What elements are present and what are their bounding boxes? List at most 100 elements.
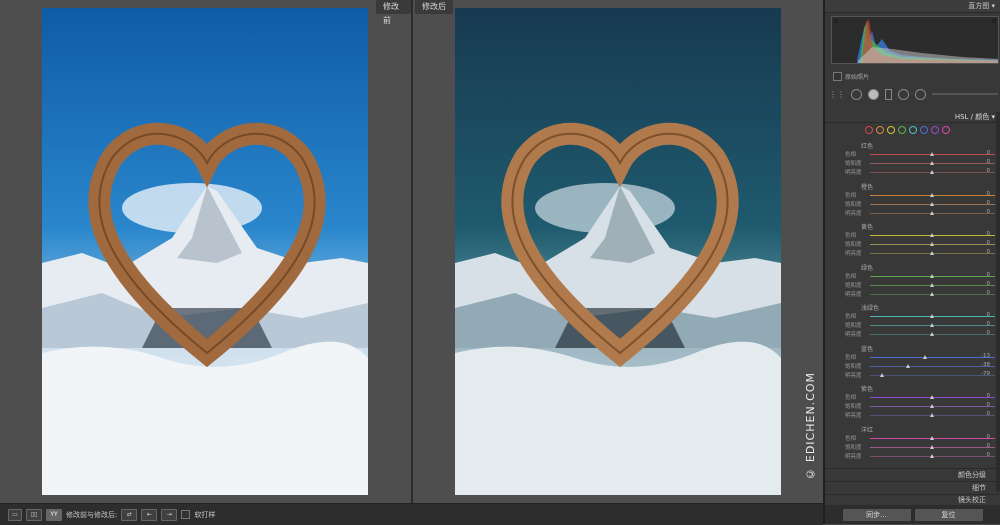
- hsl-slider-knob[interactable]: [930, 453, 934, 458]
- hsl-slider-value[interactable]: 0: [987, 312, 991, 318]
- hsl-slider-track[interactable]: [870, 233, 995, 237]
- hsl-slider-value[interactable]: -38: [981, 362, 990, 368]
- color-swatch-0[interactable]: [865, 126, 873, 134]
- color-swatch-3[interactable]: [898, 126, 906, 134]
- softproof-checkbox[interactable]: [181, 510, 191, 519]
- hsl-slider-value[interactable]: 0: [987, 200, 991, 206]
- histogram-header[interactable]: 直方图 ▾: [825, 0, 1000, 13]
- panel-scrollbar[interactable]: [996, 112, 1000, 492]
- hsl-slider-track[interactable]: [870, 170, 995, 174]
- hsl-slider-value[interactable]: 0: [987, 402, 991, 408]
- hsl-slider-track[interactable]: [870, 152, 995, 156]
- hsl-slider-track[interactable]: [870, 372, 995, 377]
- detail-header[interactable]: 细节: [825, 481, 1000, 493]
- hsl-slider-track[interactable]: [870, 251, 995, 255]
- hsl-slider-knob[interactable]: [930, 201, 934, 206]
- hsl-slider-track[interactable]: [870, 201, 995, 206]
- hsl-slider-value[interactable]: 0: [987, 411, 991, 417]
- hsl-slider-track[interactable]: [870, 444, 995, 449]
- color-swatch-7[interactable]: [942, 126, 950, 134]
- after-photo[interactable]: [455, 8, 781, 495]
- hsl-slider-track[interactable]: [870, 210, 995, 215]
- color-swatch-1[interactable]: [876, 126, 884, 134]
- swap-settings-button[interactable]: ⇄: [121, 508, 138, 521]
- hsl-slider-value[interactable]: 0: [987, 231, 991, 237]
- hsl-slider-value[interactable]: 0: [987, 443, 991, 449]
- after-pane[interactable]: 修改后: [413, 0, 823, 503]
- color-swatch-row[interactable]: [865, 126, 950, 134]
- hsl-slider-knob[interactable]: [930, 251, 934, 255]
- hsl-slider-knob[interactable]: [930, 152, 934, 156]
- hsl-slider-value[interactable]: 0: [987, 209, 991, 215]
- histogram[interactable]: [831, 16, 999, 64]
- crop-tool-icon[interactable]: [851, 88, 862, 100]
- hsl-slider-knob[interactable]: [930, 170, 934, 174]
- hsl-slider-knob[interactable]: [930, 192, 934, 197]
- hsl-slider-knob[interactable]: [930, 444, 934, 449]
- hsl-slider-value[interactable]: 0: [987, 240, 991, 246]
- reset-button[interactable]: 复位: [914, 508, 983, 521]
- hsl-slider-knob[interactable]: [930, 332, 934, 336]
- before-photo[interactable]: [42, 8, 368, 495]
- hsl-slider-value[interactable]: 0: [987, 272, 991, 278]
- color-swatch-4[interactable]: [909, 126, 917, 134]
- hsl-slider-track[interactable]: [870, 354, 995, 359]
- before-after-view-button[interactable]: YY: [46, 508, 62, 521]
- hsl-slider-value[interactable]: 0: [987, 290, 991, 296]
- hsl-slider-track[interactable]: [870, 314, 995, 318]
- hsl-slider-value[interactable]: -79: [981, 371, 990, 377]
- hsl-slider-value[interactable]: 0: [987, 321, 991, 327]
- spot-removal-icon[interactable]: [868, 88, 879, 100]
- hsl-slider-knob[interactable]: [930, 314, 934, 318]
- hsl-slider-knob[interactable]: [930, 404, 934, 408]
- copy-before-button[interactable]: ⇤: [141, 508, 158, 521]
- redeye-icon[interactable]: [885, 88, 892, 100]
- original-photo-row[interactable]: 原始照片: [833, 72, 869, 81]
- hsl-slider-value[interactable]: 0: [987, 150, 991, 156]
- hsl-slider-knob[interactable]: [906, 363, 911, 368]
- hsl-slider-value[interactable]: 0: [987, 281, 991, 287]
- hsl-slider-knob[interactable]: [930, 273, 934, 278]
- hsl-slider-track[interactable]: [870, 282, 995, 287]
- hsl-slider-track[interactable]: [870, 192, 995, 197]
- hsl-slider-knob[interactable]: [930, 435, 934, 440]
- hsl-slider-value[interactable]: 0: [987, 452, 991, 458]
- hsl-slider-value[interactable]: 0: [987, 168, 991, 174]
- hsl-slider-value[interactable]: 0: [987, 159, 991, 165]
- color-grading-header[interactable]: 颜色分级: [825, 468, 1000, 480]
- compare-view-button[interactable]: ▯▯: [26, 508, 42, 521]
- lens-header[interactable]: 镜头校正: [825, 494, 1000, 504]
- hsl-slider-value[interactable]: 0: [987, 434, 991, 440]
- hsl-slider-value[interactable]: 0: [987, 191, 991, 197]
- hsl-slider-track[interactable]: [870, 291, 995, 296]
- tool-slider[interactable]: [932, 93, 998, 95]
- hsl-slider-track[interactable]: [870, 453, 995, 458]
- hsl-slider-track[interactable]: [870, 395, 995, 399]
- hsl-slider-value[interactable]: 0: [987, 393, 991, 399]
- hsl-slider-track[interactable]: [870, 323, 995, 327]
- hsl-slider-knob[interactable]: [930, 413, 934, 417]
- hsl-slider-knob[interactable]: [880, 372, 884, 377]
- hsl-slider-track[interactable]: [870, 363, 995, 368]
- original-photo-checkbox[interactable]: [833, 72, 842, 81]
- hsl-slider-track[interactable]: [870, 413, 995, 417]
- before-pane[interactable]: 修改前: [0, 0, 411, 503]
- hsl-slider-knob[interactable]: [930, 282, 934, 287]
- hsl-slider-value[interactable]: 0: [987, 330, 991, 336]
- hsl-slider-track[interactable]: [870, 242, 995, 246]
- color-swatch-5[interactable]: [920, 126, 928, 134]
- hsl-slider-value[interactable]: 0: [987, 249, 991, 255]
- hsl-slider-track[interactable]: [870, 273, 995, 278]
- hsl-slider-knob[interactable]: [922, 354, 927, 359]
- hsl-slider-value[interactable]: -13: [981, 353, 990, 359]
- hsl-slider-knob[interactable]: [930, 323, 934, 327]
- hsl-header[interactable]: HSL / 颜色 ▾: [825, 111, 1000, 123]
- mask-icon[interactable]: [898, 88, 909, 100]
- hsl-slider-track[interactable]: [870, 435, 995, 440]
- hsl-slider-track[interactable]: [870, 404, 995, 408]
- grid-icon[interactable]: ⋮⋮: [829, 90, 845, 99]
- sync-button[interactable]: 同步...: [842, 508, 911, 521]
- color-swatch-6[interactable]: [931, 126, 939, 134]
- brush-icon[interactable]: [915, 88, 926, 100]
- color-swatch-2[interactable]: [887, 126, 895, 134]
